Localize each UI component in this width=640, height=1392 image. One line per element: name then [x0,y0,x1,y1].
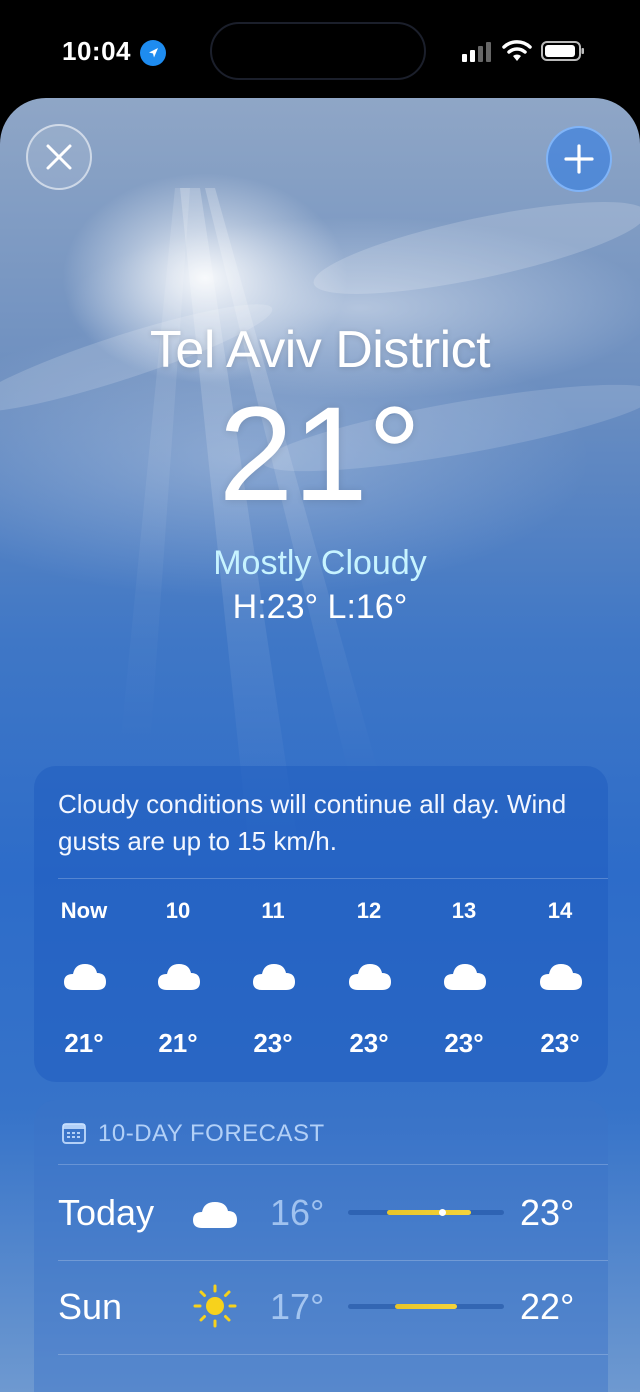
temperature-range-bar [348,1209,504,1216]
hour-item: 14 23° [512,898,608,1058]
hour-temperature: 23° [349,1028,389,1058]
cloud-icon [253,964,295,990]
divider [58,1354,608,1355]
location-arrow-icon [140,40,166,66]
high-temperature: 23° [520,1192,575,1233]
ten-day-forecast-card[interactable]: 10-DAY FORECAST Today 16° 23° Sun 17° 22… [34,1100,608,1392]
close-icon [46,144,72,170]
forecast-row-today[interactable]: Today 16° 23° [34,1166,608,1260]
temperature-range-bar [348,1304,504,1309]
calendar-icon [62,1123,86,1144]
divider [58,1164,608,1165]
hour-item: 11 23° [225,898,321,1058]
cloud-icon [64,964,106,990]
add-button[interactable] [546,126,612,192]
cloud-icon [158,964,200,990]
hour-temperature: 21° [158,1028,198,1058]
divider [58,878,608,879]
hour-label: 12 [356,898,382,923]
day-label: Sun [58,1286,123,1327]
temperature-range-fill [387,1210,472,1215]
hour-temperature: 23° [540,1028,580,1058]
forecast-row-sun[interactable]: Sun 17° 22° [34,1260,608,1354]
status-time: 10:04 [62,36,131,66]
current-temperature-marker [438,1209,446,1216]
wifi-icon [502,40,532,61]
cloud-icon [444,964,486,990]
hour-item: Now 21° [36,898,132,1058]
forecast-summary: Cloudy conditions will continue all day.… [58,789,567,856]
close-button[interactable] [26,124,92,190]
cloud-icon [349,964,391,990]
condition-text: Mostly Cloudy [213,544,427,582]
day-label: Today [58,1192,155,1233]
temperature-range-fill [394,1304,458,1309]
battery-icon [541,41,584,61]
hour-temperature: 23° [444,1028,484,1058]
hour-label: 11 [261,898,285,923]
low-temperature: 16° [270,1192,325,1233]
hourly-list[interactable]: Now 21° 10 21° 11 23° 12 23° 13 23° 14 2… [34,898,608,1068]
plus-icon [564,144,594,174]
status-bar: 10:04 [0,0,640,100]
hour-temperature: 21° [64,1028,104,1058]
hour-label: Now [60,898,108,923]
forecast-title: 10-DAY FORECAST [98,1120,325,1147]
hour-temperature: 23° [253,1028,293,1058]
hour-label: 14 [547,898,573,923]
hour-label: 10 [165,898,191,923]
dynamic-island [210,22,426,80]
hour-item: 13 23° [416,898,512,1058]
hour-item: 12 23° [321,898,417,1058]
low-temperature: 17° [270,1286,325,1327]
high-low-text: H:23° L:16° [232,588,408,626]
high-temperature: 22° [520,1286,575,1327]
hourly-forecast-card[interactable]: Cloudy conditions will continue all day.… [34,766,608,1082]
cellular-signal-icon [462,42,491,62]
cloud-icon [540,964,582,990]
weather-sheet: Tel Aviv District 21° Mostly Cloudy H:23… [0,98,640,1392]
current-temperature: 21° [218,380,422,529]
sun-icon [193,1284,237,1328]
hour-item: 10 21° [130,898,226,1058]
cloud-icon [193,1202,237,1228]
hour-label: 13 [451,898,477,923]
location-name: Tel Aviv District [149,321,491,379]
